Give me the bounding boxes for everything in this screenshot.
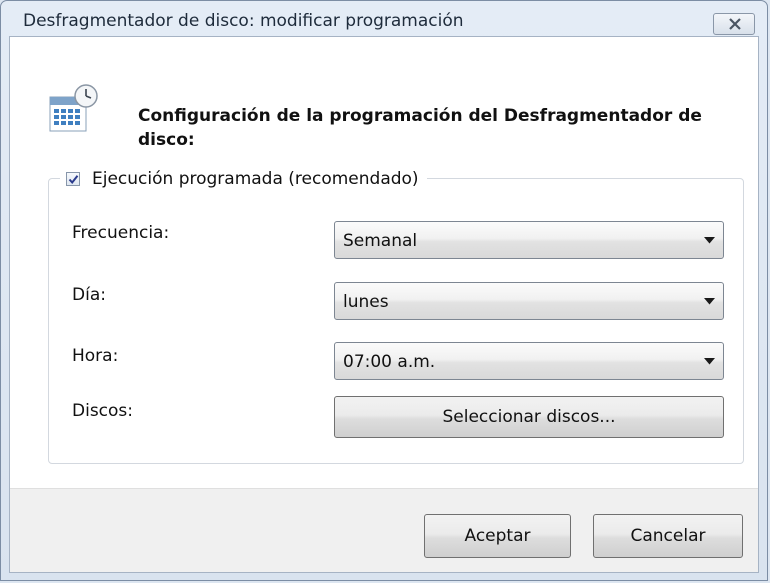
day-dropdown[interactable]: lunes — [334, 282, 724, 320]
dropdown-arrow-icon — [704, 358, 715, 365]
scheduled-run-label: Ejecución programada (recomendado) — [92, 169, 419, 189]
time-dropdown[interactable]: 07:00 a.m. — [334, 342, 724, 380]
checkmark-icon — [68, 175, 79, 185]
close-button[interactable] — [713, 13, 755, 35]
dropdown-arrow-icon — [704, 298, 715, 305]
close-icon — [729, 18, 741, 30]
frequency-dropdown[interactable]: Semanal — [334, 221, 724, 259]
time-value: 07:00 a.m. — [343, 352, 436, 372]
frequency-value: Semanal — [343, 231, 418, 251]
dialog-client: Configuración de la programación del Des… — [9, 36, 759, 573]
calendar-clock-icon — [49, 84, 98, 132]
scheduled-run-option[interactable]: Ejecución programada (recomendado) — [60, 167, 427, 191]
frequency-label: Frecuencia: — [72, 223, 170, 243]
cancel-button[interactable]: Cancelar — [593, 514, 743, 558]
day-label: Día: — [72, 285, 106, 305]
dialog-heading: Configuración de la programación del Des… — [138, 106, 702, 150]
time-label: Hora: — [72, 346, 119, 366]
dialog-content: Configuración de la programación del Des… — [10, 37, 758, 490]
window-title: Desfragmentador de disco: modificar prog… — [23, 11, 464, 31]
dialog-footer: Aceptar Cancelar — [10, 488, 758, 572]
dialog-window: Desfragmentador de disco: modificar prog… — [0, 0, 768, 581]
title-bar[interactable]: Desfragmentador de disco: modificar prog… — [1, 1, 767, 35]
scheduled-run-checkbox[interactable] — [66, 172, 80, 186]
dropdown-arrow-icon — [704, 237, 715, 244]
disks-label: Discos: — [72, 401, 134, 421]
select-disks-button[interactable]: Seleccionar discos... — [334, 396, 724, 438]
ok-button[interactable]: Aceptar — [424, 514, 571, 558]
day-value: lunes — [343, 292, 389, 312]
